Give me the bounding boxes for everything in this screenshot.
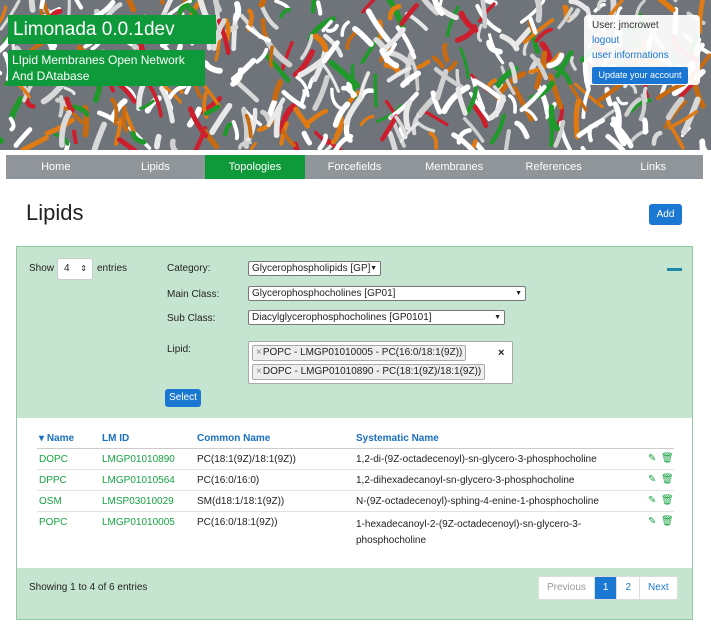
row-lmid-link[interactable]: LMSP03010029 <box>102 496 174 507</box>
pencil-icon[interactable]: ✎ <box>648 495 656 506</box>
col-header-systematic-name[interactable]: Systematic Name <box>356 433 439 444</box>
category-value: Glycerophospholipids [GP] <box>252 263 371 274</box>
nav-links[interactable]: Links <box>603 155 703 179</box>
site-title[interactable]: Limonada 0.0.1dev <box>8 15 216 44</box>
page-2-button[interactable]: 2 <box>616 577 639 599</box>
main-nav: Home Lipids Topologies Forcefields Membr… <box>6 155 703 179</box>
remove-chip-icon[interactable]: × <box>256 347 262 358</box>
previous-page-button[interactable]: Previous <box>539 577 594 599</box>
user-name: User: jmcrowet <box>592 20 659 31</box>
trash-icon[interactable]: 🗑 <box>661 474 674 485</box>
table-row: DOPC LMGP01010890 PC(18:1(9Z)/18:1(9Z)) … <box>37 449 674 470</box>
lipid-label: Lipid: <box>167 344 191 355</box>
row-common-name: PC(16:0/18:1(9Z)) <box>197 517 278 528</box>
row-common-name: PC(18:1(9Z)/18:1(9Z)) <box>197 454 296 465</box>
row-name-link[interactable]: DPPC <box>39 475 67 486</box>
clear-all-icon[interactable]: × <box>498 347 504 359</box>
page-title: Lipids <box>26 200 84 225</box>
table-footer: Showing 1 to 4 of 6 entries Previous 1 2… <box>17 568 692 619</box>
filter-area: Show 4 ⇕ entries Category: Glycerophosph… <box>17 247 692 418</box>
nav-membranes[interactable]: Membranes <box>404 155 504 179</box>
dropdown-arrow-icon: ▼ <box>494 314 501 321</box>
main-class-value: Glycerophosphocholines [GP01] <box>252 288 396 299</box>
logout-link[interactable]: logout <box>592 33 692 48</box>
showing-entries-info: Showing 1 to 4 of 6 entries <box>29 582 148 593</box>
row-lmid-link[interactable]: LMGP01010564 <box>102 475 175 486</box>
nav-forcefields[interactable]: Forcefields <box>305 155 405 179</box>
col-header-common-name[interactable]: Common Name <box>197 433 270 444</box>
table-row: DPPC LMGP01010564 PC(16:0/16:0) 1,2-dihe… <box>37 470 674 491</box>
row-name-link[interactable]: DOPC <box>39 454 68 465</box>
category-label: Category: <box>167 263 211 274</box>
nav-lipids[interactable]: Lipids <box>106 155 206 179</box>
main-class-label: Main Class: <box>167 289 220 300</box>
page-1-button[interactable]: 1 <box>593 577 617 599</box>
table-row: OSM LMSP03010029 SM(d18:1/18:1(9Z)) N-(9… <box>37 491 674 512</box>
nav-home[interactable]: Home <box>6 155 106 179</box>
header-banner: Limonada 0.0.1dev LIpid Membranes Open N… <box>0 0 711 150</box>
user-info-link[interactable]: user informations <box>592 48 692 63</box>
select-button[interactable]: Select <box>165 389 201 407</box>
pencil-icon[interactable]: ✎ <box>648 453 656 464</box>
lipids-table: ▾ Name LM ID Common Name Systematic Name… <box>17 418 692 568</box>
sub-class-select[interactable]: Diacylglycerophosphocholines [GP0101] ▼ <box>248 310 505 325</box>
dropdown-arrow-icon: ▼ <box>370 265 377 272</box>
col-header-lmid[interactable]: LM ID <box>102 433 129 444</box>
row-common-name: PC(16:0/16:0) <box>197 475 260 486</box>
trash-icon[interactable]: 🗑 <box>661 495 674 506</box>
nav-topologies[interactable]: Topologies <box>205 155 305 179</box>
row-systematic-name: 1-hexadecanoyl-2-(9Z-octadecenoyl)-sn-gl… <box>356 519 582 546</box>
row-common-name: SM(d18:1/18:1(9Z)) <box>197 496 285 507</box>
add-button[interactable]: Add <box>649 204 682 225</box>
sub-class-value: Diacylglycerophosphocholines [GP0101] <box>252 312 432 323</box>
remove-chip-icon[interactable]: × <box>256 366 262 377</box>
show-label: Show <box>29 263 55 274</box>
row-systematic-name: 1,2-di-(9Z-octadecenoyl)-sn-glycero-3-ph… <box>356 454 597 465</box>
nav-references[interactable]: References <box>504 155 604 179</box>
row-name-link[interactable]: OSM <box>39 496 62 507</box>
pagination: Previous 1 2 Next <box>538 576 678 600</box>
update-account-button[interactable]: Update your account <box>592 67 688 84</box>
lipids-panel: Show 4 ⇕ entries Category: Glycerophosph… <box>16 246 693 620</box>
entries-label: entries <box>97 263 128 274</box>
pencil-icon[interactable]: ✎ <box>648 474 656 485</box>
lipid-chip-dopc[interactable]: ×DOPC - LMGP01010890 - PC(18:1(9Z)/18:1(… <box>252 364 486 380</box>
category-select[interactable]: Glycerophospholipids [GP] ▼ <box>248 261 381 276</box>
pencil-icon[interactable]: ✎ <box>648 516 656 527</box>
trash-icon[interactable]: 🗑 <box>661 516 674 527</box>
table-row: POPC LMGP01010005 PC(16:0/18:1(9Z)) 1-he… <box>37 512 674 548</box>
entries-select[interactable]: 4 ⇕ <box>57 258 93 280</box>
user-panel: User: jmcrowet logout user informations … <box>584 15 700 85</box>
row-lmid-link[interactable]: LMGP01010890 <box>102 454 175 465</box>
row-systematic-name: 1,2-dihexadecanoyl-sn-glycero-3-phosphoc… <box>356 475 575 486</box>
row-name-link[interactable]: POPC <box>39 517 67 528</box>
row-lmid-link[interactable]: LMGP01010005 <box>102 517 175 528</box>
col-header-name[interactable]: ▾ Name <box>39 433 74 444</box>
entries-value: 4 <box>64 263 70 274</box>
sort-caret-icon: ▾ <box>39 433 47 444</box>
lipid-multiselect[interactable]: ×POPC - LMGP01010005 - PC(16:0/18:1(9Z))… <box>248 341 513 384</box>
main-class-select[interactable]: Glycerophosphocholines [GP01] ▼ <box>248 286 526 301</box>
lipid-chip-popc[interactable]: ×POPC - LMGP01010005 - PC(16:0/18:1(9Z)) <box>252 345 467 361</box>
dropdown-arrow-icon: ▼ <box>515 290 522 297</box>
trash-icon[interactable]: 🗑 <box>661 453 674 464</box>
next-page-button[interactable]: Next <box>639 577 677 599</box>
sub-class-label: Sub Class: <box>167 313 216 324</box>
row-systematic-name: N-(9Z-octadecenoyl)-sphing-4-enine-1-pho… <box>356 496 599 507</box>
updown-arrow-icon: ⇕ <box>80 264 87 273</box>
collapse-minus-icon[interactable] <box>667 268 682 271</box>
site-subtitle: LIpid Membranes Open Network And DAtabas… <box>8 50 205 86</box>
